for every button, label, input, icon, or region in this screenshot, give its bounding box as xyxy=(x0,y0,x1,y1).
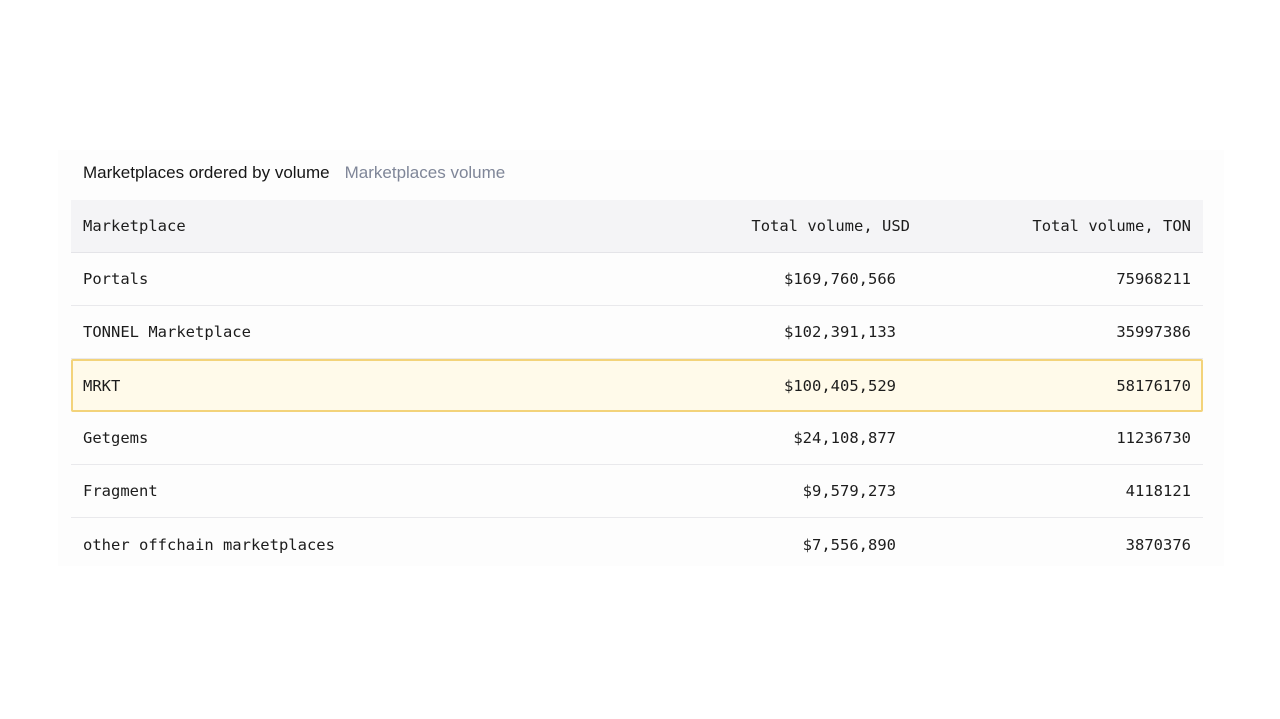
table-row: Portals $169,760,566 75968211 xyxy=(71,253,1203,306)
table-row: Fragment $9,579,273 4118121 xyxy=(71,465,1203,518)
table-row: other offchain marketplaces $7,556,890 3… xyxy=(71,518,1203,571)
tab-marketplaces-ordered-by-volume[interactable]: Marketplaces ordered by volume xyxy=(83,163,330,183)
volume-ton-cell: 11236730 xyxy=(1116,429,1191,447)
view-tabs: Marketplaces ordered by volume Marketpla… xyxy=(83,160,505,186)
volume-usd-cell: $7,556,890 xyxy=(802,535,896,554)
table-row: Getgems $24,108,877 11236730 xyxy=(71,412,1203,465)
volume-usd-cell: $9,579,273 xyxy=(802,482,896,500)
volume-ton-cell: 35997386 xyxy=(1116,323,1191,341)
tab-marketplaces-volume[interactable]: Marketplaces volume xyxy=(345,163,506,183)
table-header-row: Marketplace Total volume, USD Total volu… xyxy=(71,200,1203,253)
marketplace-name-cell: TONNEL Marketplace xyxy=(83,323,251,341)
volume-ton-cell: 58176170 xyxy=(1116,376,1191,395)
volume-ton-cell: 3870376 xyxy=(1125,535,1191,554)
column-header-marketplace[interactable]: Marketplace xyxy=(83,200,186,252)
table-row-highlighted: MRKT $100,405,529 58176170 xyxy=(71,359,1203,412)
marketplace-name-cell: Fragment xyxy=(83,482,158,500)
volume-usd-cell: $102,391,133 xyxy=(784,323,896,341)
marketplace-name-cell: Portals xyxy=(83,270,149,288)
marketplace-name-cell: MRKT xyxy=(83,376,121,395)
volume-ton-cell: 75968211 xyxy=(1116,270,1191,288)
table-row: TONNEL Marketplace $102,391,133 35997386 xyxy=(71,306,1203,359)
page: Marketplaces ordered by volume Marketpla… xyxy=(0,0,1280,719)
column-header-total-volume-ton[interactable]: Total volume, TON xyxy=(1032,200,1191,252)
volume-usd-cell: $24,108,877 xyxy=(793,429,896,447)
volume-usd-cell: $169,760,566 xyxy=(784,270,896,288)
marketplaces-table: Marketplace Total volume, USD Total volu… xyxy=(71,200,1203,571)
marketplace-name-cell: Getgems xyxy=(83,429,149,447)
volume-usd-cell: $100,405,529 xyxy=(784,376,896,395)
marketplace-name-cell: other offchain marketplaces xyxy=(83,535,335,554)
volume-ton-cell: 4118121 xyxy=(1125,482,1191,500)
column-header-total-volume-usd[interactable]: Total volume, USD xyxy=(751,200,910,252)
